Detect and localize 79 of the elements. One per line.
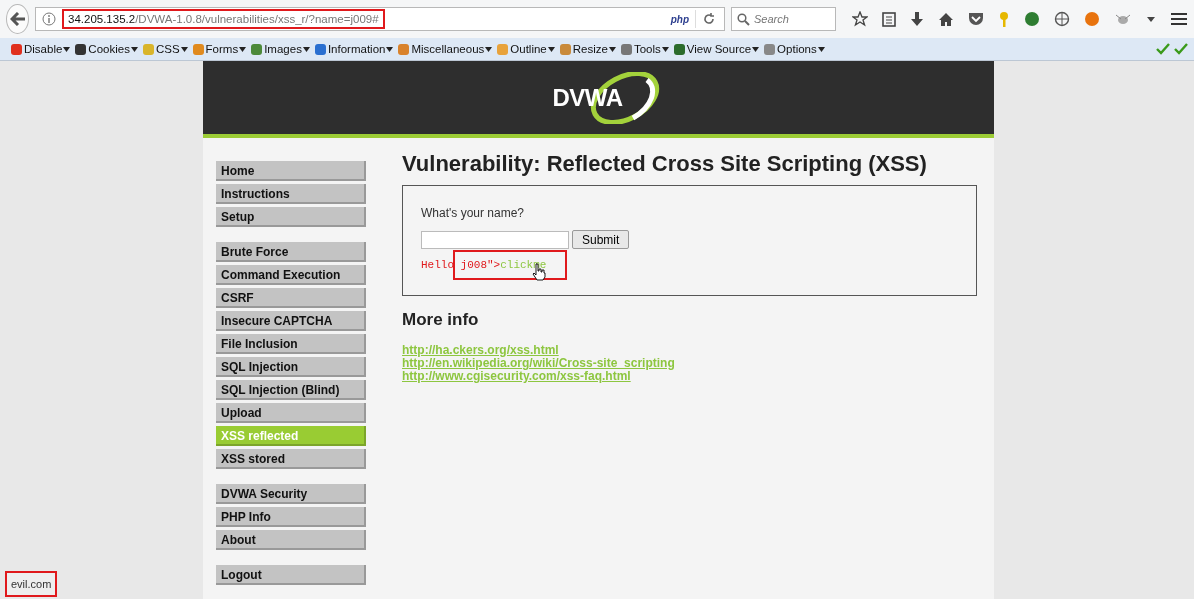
toolbar-menu[interactable]: View Source: [672, 42, 760, 56]
toolbar-icon: [191, 42, 205, 56]
caret-icon: [63, 46, 71, 52]
menu-item[interactable]: CSRF: [216, 288, 366, 308]
menu-item[interactable]: SQL Injection: [216, 357, 366, 377]
menu-item[interactable]: DVWA Security: [216, 484, 366, 504]
toolbar-icon: [250, 42, 264, 56]
caret-icon: [180, 46, 188, 52]
toolbar-menu[interactable]: Disable: [10, 42, 71, 56]
star-icon[interactable]: [852, 11, 868, 27]
toolbar-menu[interactable]: Outline: [496, 42, 555, 56]
toolbar-icon: [397, 42, 411, 56]
toolbar-menu[interactable]: Information: [313, 42, 394, 56]
php-label: php: [670, 13, 689, 25]
toolbar-menu[interactable]: Forms: [191, 42, 247, 56]
menu-item[interactable]: About: [216, 530, 366, 550]
caret-icon: [239, 46, 247, 52]
menu-item[interactable]: SQL Injection (Blind): [216, 380, 366, 400]
reload-icon[interactable]: [702, 12, 716, 26]
toolbar-icon: [74, 42, 88, 56]
caret-icon: [485, 46, 493, 52]
globe-icon[interactable]: [1054, 11, 1070, 27]
clipboard-icon[interactable]: [882, 11, 896, 27]
toolbar-menu[interactable]: Resize: [558, 42, 616, 56]
toolbar-icon: [558, 42, 572, 56]
menu-item[interactable]: Home: [216, 161, 366, 181]
caret-icon: [386, 46, 394, 52]
toolbar-icon: [619, 42, 633, 56]
menu-item[interactable]: Brute Force: [216, 242, 366, 262]
pocket-icon[interactable]: [968, 12, 984, 26]
menu-item[interactable]: Upload: [216, 403, 366, 423]
search-bar[interactable]: Search: [731, 7, 836, 31]
toolbar-menu[interactable]: Tools: [619, 42, 669, 56]
home-icon[interactable]: [938, 11, 954, 27]
caret-icon: [547, 46, 555, 52]
submit-button[interactable]: Submit: [572, 230, 630, 249]
checkmarks-icon: [1156, 43, 1190, 55]
toolbar-icon: [496, 42, 510, 56]
search-icon: [737, 12, 750, 26]
toolbar-menu[interactable]: Cookies: [74, 42, 138, 56]
menu-item[interactable]: XSS stored: [216, 449, 366, 469]
back-button[interactable]: [6, 4, 29, 34]
output-text: Hello j008">: [421, 259, 501, 271]
menu-item[interactable]: Command Execution: [216, 265, 366, 285]
menu-item[interactable]: Setup: [216, 207, 366, 227]
toolbar-menu[interactable]: Options: [763, 42, 825, 56]
address-bar[interactable]: 34.205.135.2/DVWA-1.0.8/vulnerabilities/xss_r/?name=j009# php: [35, 7, 725, 31]
dropdown-icon[interactable]: [1146, 15, 1156, 23]
name-prompt: What's your name?: [421, 206, 525, 220]
url-text: 34.205.135.2/DVWA-1.0.8/vulnerabilities/xss_r/?name=j009#: [62, 9, 385, 29]
bug-icon[interactable]: [1114, 12, 1132, 26]
toolbar-menu[interactable]: Images: [250, 42, 310, 56]
caret-icon: [661, 46, 669, 52]
toolbar-menu[interactable]: CSS: [141, 42, 188, 56]
menu-item[interactable]: File Inclusion: [216, 334, 366, 354]
extension-icon[interactable]: [1084, 11, 1100, 27]
menu-icon[interactable]: [1170, 12, 1188, 26]
caret-icon: [302, 46, 310, 52]
download-icon[interactable]: [910, 11, 924, 27]
page-title: Vulnerability: Reflected Cross Site Scripting (XSS): [402, 151, 928, 177]
status-tooltip: evil.com: [5, 571, 58, 597]
toolbar-icon: [10, 42, 23, 56]
caret-icon: [817, 46, 825, 52]
section-heading: More info: [402, 310, 480, 330]
caret-icon: [752, 46, 760, 52]
caret-icon: [130, 46, 138, 52]
info-icon: [42, 12, 56, 26]
caret-icon: [608, 46, 616, 52]
toolbar-icon: [141, 42, 155, 56]
toolbar-icon: [672, 42, 686, 56]
menu-item[interactable]: PHP Info: [216, 507, 366, 527]
toolbar-icon: [313, 42, 327, 56]
toolbar-icon: [763, 42, 777, 56]
menu-item[interactable]: Instructions: [216, 184, 366, 204]
back-arrow-icon: [9, 12, 26, 26]
name-field[interactable]: [421, 230, 569, 249]
menu-item[interactable]: Insecure CAPTCHA: [216, 311, 366, 331]
toolbar-menu[interactable]: Miscellaneous: [397, 42, 493, 56]
menu-item[interactable]: Logout: [216, 565, 366, 585]
